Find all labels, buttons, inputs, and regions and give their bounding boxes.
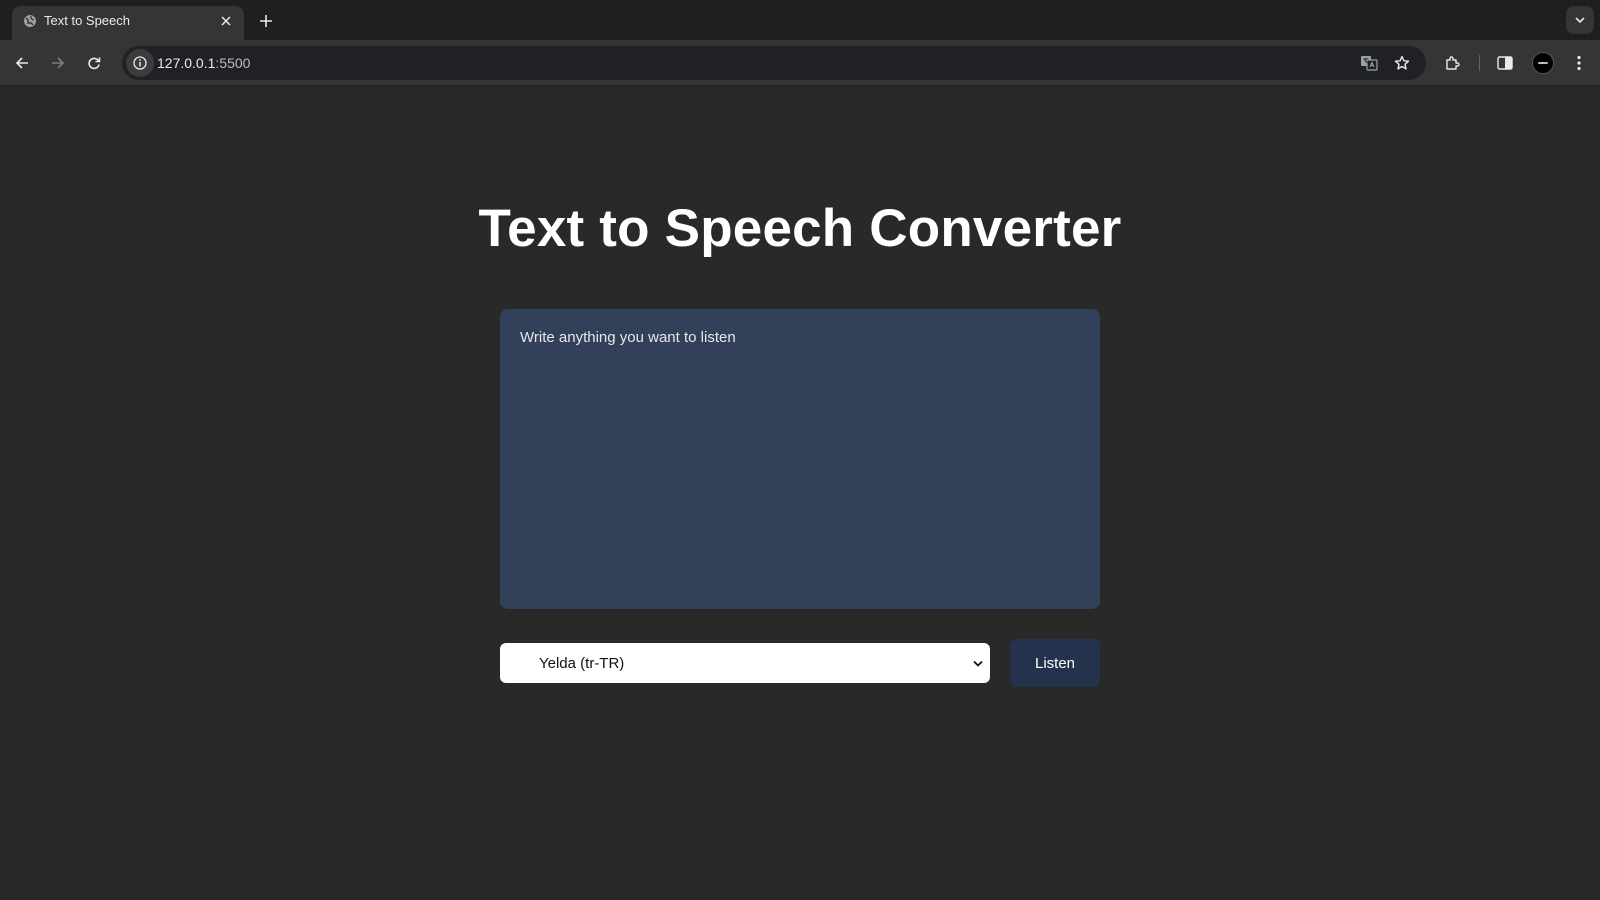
reload-icon[interactable] bbox=[80, 49, 108, 77]
toolbar-divider bbox=[1479, 55, 1480, 71]
close-tab-icon[interactable] bbox=[216, 11, 236, 31]
tab-title: Text to Speech bbox=[44, 13, 130, 28]
browser-tab[interactable]: Text to Speech bbox=[12, 6, 244, 40]
browser-tab-strip: Text to Speech bbox=[0, 0, 1600, 40]
tab-search-icon[interactable] bbox=[1566, 6, 1594, 34]
extensions-icon[interactable] bbox=[1439, 49, 1467, 77]
globe-icon bbox=[22, 13, 38, 29]
side-panel-icon[interactable] bbox=[1491, 49, 1519, 77]
browser-toolbar: 127.0.0.1:5500 bbox=[0, 40, 1600, 86]
voice-select-wrapper[interactable]: Yelda (tr-TR) bbox=[500, 643, 990, 683]
listen-button[interactable]: Listen bbox=[1010, 639, 1100, 687]
site-info-icon[interactable] bbox=[126, 49, 154, 77]
back-arrow-icon[interactable] bbox=[8, 49, 36, 77]
page-content: Text to Speech Converter Yelda (tr-TR) L… bbox=[0, 86, 1600, 900]
more-menu-icon[interactable] bbox=[1565, 49, 1593, 77]
forward-arrow-icon[interactable] bbox=[44, 49, 72, 77]
translate-icon[interactable] bbox=[1355, 49, 1383, 77]
url-port: :5500 bbox=[215, 55, 251, 71]
page-title: Text to Speech Converter bbox=[478, 199, 1122, 258]
new-tab-icon[interactable] bbox=[254, 9, 278, 33]
url-text: 127.0.0.1:5500 bbox=[157, 54, 250, 72]
url-host: 127.0.0.1 bbox=[157, 55, 216, 71]
voice-select[interactable]: Yelda (tr-TR) bbox=[500, 643, 990, 683]
address-bar[interactable]: 127.0.0.1:5500 bbox=[122, 46, 1426, 80]
profile-avatar[interactable] bbox=[1532, 52, 1554, 74]
text-input[interactable] bbox=[500, 309, 1100, 609]
bookmark-star-icon[interactable] bbox=[1388, 49, 1416, 77]
